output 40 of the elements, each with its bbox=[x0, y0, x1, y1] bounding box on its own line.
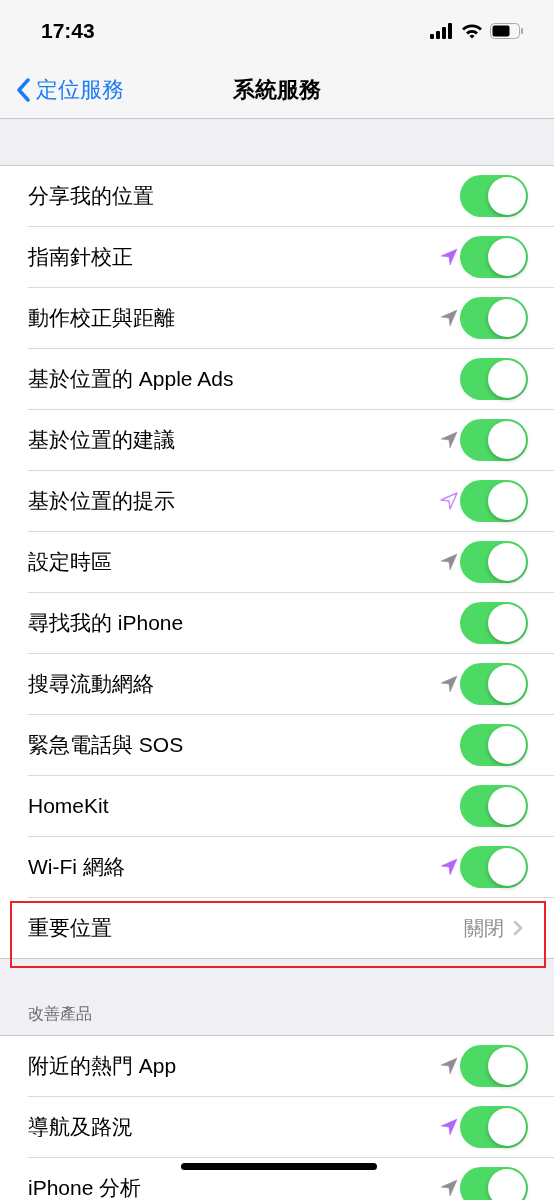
setting-value[interactable]: 關閉 bbox=[464, 914, 504, 942]
toggle-switch[interactable] bbox=[460, 419, 528, 461]
wifi-icon bbox=[461, 23, 483, 39]
back-chevron-icon bbox=[16, 78, 30, 102]
toggle-switch[interactable] bbox=[460, 724, 528, 766]
setting-label: 基於位置的提示 bbox=[28, 488, 175, 514]
toggle-switch[interactable] bbox=[460, 358, 528, 400]
toggle-switch[interactable] bbox=[460, 1106, 528, 1148]
battery-icon bbox=[490, 23, 524, 39]
setting-label: HomeKit bbox=[28, 794, 109, 818]
setting-label: Wi-Fi 網絡 bbox=[28, 854, 125, 880]
toggle-switch[interactable] bbox=[460, 297, 528, 339]
setting-label: 導航及路況 bbox=[28, 1114, 133, 1140]
setting-label: 重要位置 bbox=[28, 915, 112, 941]
back-button[interactable]: 定位服務 bbox=[0, 75, 124, 105]
section-header: 改善產品 bbox=[28, 1004, 92, 1024]
toggle-switch[interactable] bbox=[460, 541, 528, 583]
signal-icon bbox=[430, 23, 454, 39]
setting-label: 尋找我的 iPhone bbox=[28, 610, 184, 636]
page-title: 系統服務 bbox=[233, 76, 321, 104]
setting-label: 緊急電話與 SOS bbox=[28, 732, 184, 758]
toggle-switch[interactable] bbox=[460, 1167, 528, 1200]
toggle-switch[interactable] bbox=[460, 602, 528, 644]
toggle-switch[interactable] bbox=[460, 663, 528, 705]
setting-label: 設定時區 bbox=[28, 549, 112, 575]
toggle-switch[interactable] bbox=[460, 846, 528, 888]
setting-label: 附近的熱門 App bbox=[28, 1053, 177, 1079]
setting-label: 搜尋流動網絡 bbox=[28, 671, 154, 697]
setting-label: 基於位置的 Apple Ads bbox=[28, 366, 234, 392]
setting-label: 指南針校正 bbox=[28, 244, 133, 270]
toggle-switch[interactable] bbox=[460, 1045, 528, 1087]
setting-label: iPhone 分析 bbox=[28, 1175, 142, 1200]
toggle-switch[interactable] bbox=[460, 785, 528, 827]
setting-label: 動作校正與距離 bbox=[28, 305, 175, 331]
toggle-switch[interactable] bbox=[460, 480, 528, 522]
toggle-switch[interactable] bbox=[460, 175, 528, 217]
setting-label: 基於位置的建議 bbox=[28, 427, 175, 453]
status-time: 17:43 bbox=[41, 19, 95, 43]
toggle-switch[interactable] bbox=[460, 236, 528, 278]
setting-label: 分享我的位置 bbox=[28, 183, 154, 209]
